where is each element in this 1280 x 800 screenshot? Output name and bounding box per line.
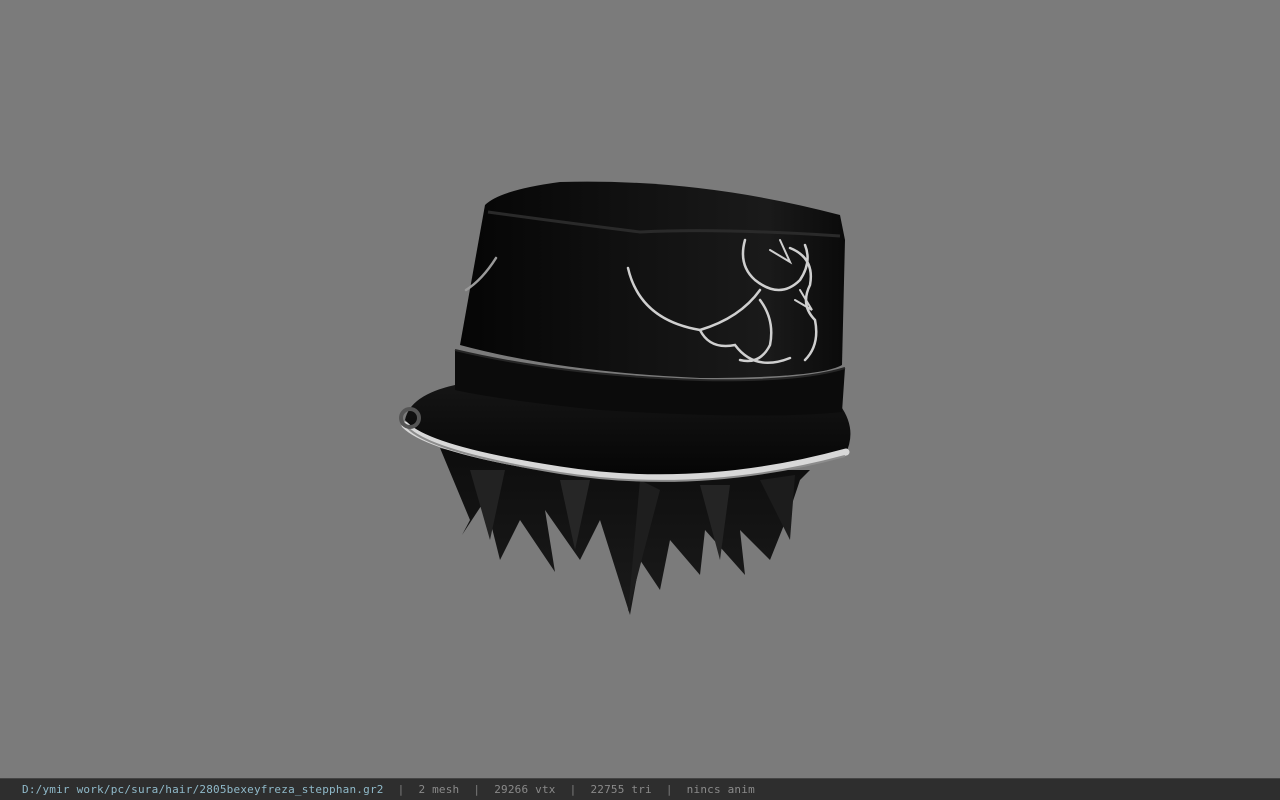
separator: | [473, 783, 481, 796]
file-path: D:/ymir work/pc/sura/hair/2805bexeyfreza… [22, 783, 384, 796]
separator: | [665, 783, 673, 796]
triangle-count: 22755 tri [590, 783, 652, 796]
hair-hat-model[interactable] [0, 0, 1280, 778]
anim-status: nincs anim [686, 783, 755, 796]
vertex-count: 29266 vtx [494, 783, 556, 796]
separator: | [397, 783, 405, 796]
mesh-count: 2 mesh [418, 783, 460, 796]
hat-crown [454, 181, 846, 416]
3d-viewport[interactable] [0, 0, 1280, 778]
status-bar: D:/ymir work/pc/sura/hair/2805bexeyfreza… [0, 778, 1280, 800]
separator: | [569, 783, 577, 796]
